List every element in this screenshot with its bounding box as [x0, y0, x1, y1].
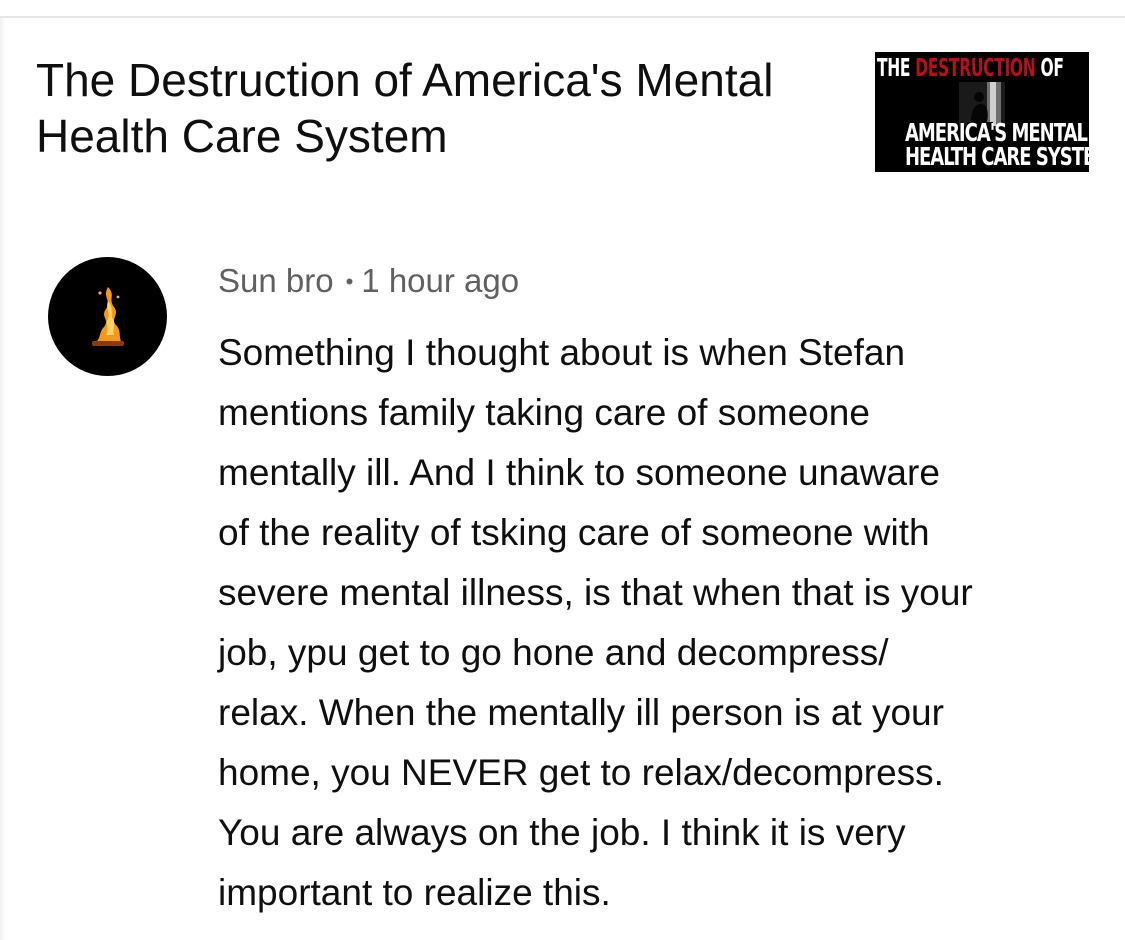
video-title[interactable]: The Destruction of America's Mental Heal…: [36, 52, 836, 164]
comment-line: of the reality of tsking care of someone…: [218, 512, 930, 553]
comment-line: mentally ill. And I think to someone una…: [218, 452, 940, 493]
comment-thread-item: Sun bro • 1 hour ago Something I thought a…: [48, 255, 1108, 925]
comment-author[interactable]: Sun bro: [218, 262, 334, 299]
comment-line: home, you NEVER get to relax/decompress.: [218, 752, 944, 793]
comment-meta: Sun bro • 1 hour ago: [218, 261, 519, 301]
comment-line: mentions family taking care of someone: [218, 392, 870, 433]
comment-line: Something I thought about is when Stefan: [218, 332, 906, 373]
video-thumbnail[interactable]: THE DESTRUCTION OF AMERICA'S MENTAL HEAL…: [875, 52, 1089, 172]
comment-line: important to realize this.: [218, 872, 611, 913]
thumbnail-title-line3: HEALTH CARE SYSTEM: [904, 142, 1089, 171]
comment-line: job, ypu get to go hone and decompress/: [218, 632, 889, 673]
thumbnail-word-the: THE: [877, 53, 916, 82]
comment-line: severe mental illness, is that when that…: [218, 572, 973, 613]
comment-text: Something I thought about is when Stefan…: [218, 323, 1108, 923]
thumbnail-word-destruction: DESTRUCTION: [915, 53, 1036, 82]
avatar[interactable]: [48, 257, 167, 376]
comment-timestamp[interactable]: 1 hour ago: [361, 262, 519, 299]
thumbnail-word-of: OF: [1035, 53, 1064, 82]
campfire-icon: [92, 287, 124, 346]
comment-line: You are always on the job. I think it is…: [218, 812, 906, 853]
thumbnail-title-line1: THE DESTRUCTION OF: [877, 53, 1088, 83]
meta-separator: •: [345, 269, 354, 294]
comment-line: relax. When the mentally ill person is a…: [218, 692, 944, 733]
video-header[interactable]: The Destruction of America's Mental Heal…: [36, 52, 1096, 182]
top-divider: [0, 0, 1125, 18]
left-edge-shadow: [0, 18, 6, 940]
